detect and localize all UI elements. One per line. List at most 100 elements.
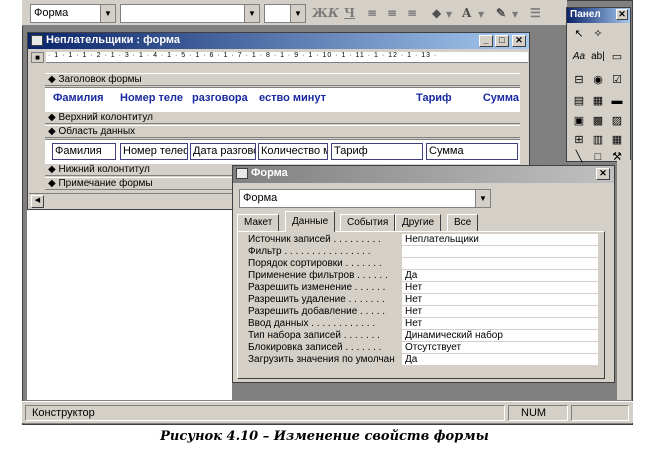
tab-layout[interactable]: Макет	[237, 214, 280, 231]
section-arrow-icon: ◆	[48, 112, 56, 123]
bound-frame-icon[interactable]: ▨	[608, 112, 626, 129]
subform-icon[interactable]: ▦	[608, 131, 626, 148]
toolbox-title: Панел	[570, 9, 601, 20]
bold-icon[interactable]: Ж	[312, 6, 328, 20]
tab-other[interactable]: Другие	[395, 214, 442, 231]
formatting-toolbar: Форма ▼ ▼ ▼ Ж К Ч ≡ ≡ ≡ ◆ ▼ A ▼ ✎ ▼ ☰	[22, 0, 567, 26]
font-combo[interactable]: ▼	[120, 4, 260, 23]
detail-field[interactable]: Сумма	[426, 143, 518, 160]
checkbox-icon[interactable]: ☑	[608, 71, 626, 88]
tab-all[interactable]: Все	[447, 214, 479, 231]
status-mode: Конструктор	[25, 405, 505, 421]
property-row[interactable]: Порядок сортировки . . . . . . .	[248, 258, 598, 270]
section-arrow-icon: ◆	[48, 178, 56, 189]
section-page-header[interactable]: ◆ Верхний колонтитул	[45, 111, 520, 124]
property-row[interactable]: Загрузить значения по умолчан Да	[248, 354, 598, 366]
figure-caption: Рисунок 4.10 – Изменение свойств формы	[160, 429, 489, 444]
header-label[interactable]: разговора	[191, 91, 255, 108]
unbound-frame-icon[interactable]: ▩	[589, 112, 607, 129]
form-window-title: Неплательщики : форма	[46, 34, 181, 46]
property-row[interactable]: Фильтр . . . . . . . . . . . . . . . .	[248, 246, 598, 258]
tab-data[interactable]: Данные	[285, 211, 336, 232]
underline-icon[interactable]: Ч	[344, 6, 355, 20]
vertical-scrollbar[interactable]	[617, 160, 631, 400]
tab-control-icon[interactable]: ▥	[589, 131, 607, 148]
align-center-icon[interactable]: ≡	[387, 6, 397, 20]
section-detail[interactable]: ◆ Область данных	[45, 125, 520, 138]
detail-field[interactable]: Дата разгово	[190, 143, 256, 160]
header-label[interactable]: ество минут	[258, 91, 330, 108]
detail-field[interactable]: Количество м	[258, 143, 328, 160]
workspace	[27, 210, 232, 400]
fill-color-icon[interactable]: ◆	[432, 6, 441, 20]
property-row[interactable]: Ввод данных . . . . . . . . . . . . Нет	[248, 318, 598, 330]
close-button[interactable]: ✕	[596, 168, 610, 180]
tab-events[interactable]: События	[340, 214, 396, 231]
toggle-button-icon[interactable]: ⊟	[570, 71, 588, 88]
detail-band[interactable]: Фамилия Номер телеф Дата разгово Количес…	[45, 139, 520, 163]
chevron-down-icon[interactable]: ▼	[478, 9, 484, 19]
chevron-down-icon[interactable]: ▼	[446, 9, 452, 19]
command-button-icon[interactable]: ▬	[608, 92, 626, 109]
line-color-icon[interactable]: ✎	[496, 6, 506, 20]
font-size-combo[interactable]: ▼	[264, 4, 306, 23]
tab-panel: Источник записей . . . . . . . . . Неплат…	[237, 231, 605, 379]
form-window-titlebar[interactable]: Неплательщики : форма _ □ ✕	[28, 33, 529, 49]
chevron-down-icon[interactable]: ▼	[244, 5, 259, 22]
property-row[interactable]: Тип набора записей . . . . . . . Динамиче…	[248, 330, 598, 342]
properties-icon	[236, 168, 248, 179]
property-row[interactable]: Блокировка записей . . . . . . . Отсутств…	[248, 342, 598, 354]
property-row[interactable]: Источник записей . . . . . . . . . Неплат…	[248, 234, 598, 246]
minimize-button[interactable]: _	[479, 35, 493, 47]
detail-field[interactable]: Номер телеф	[120, 143, 188, 160]
form-header-band[interactable]: Фамилия Номер теле разговора ество минут…	[45, 87, 520, 111]
chevron-down-icon[interactable]: ▼	[475, 190, 490, 207]
font-color-icon[interactable]: A	[462, 6, 471, 20]
page-break-icon[interactable]: ⊞	[570, 131, 588, 148]
option-group-icon[interactable]: ▭	[608, 48, 626, 65]
header-label[interactable]: Фамилия	[52, 91, 108, 108]
section-form-header[interactable]: ◆ Заголовок формы	[45, 73, 520, 86]
form-icon	[31, 35, 43, 46]
scroll-left-icon[interactable]: ◀	[31, 195, 44, 208]
detail-field[interactable]: Тариф	[331, 143, 423, 160]
wizard-icon[interactable]: ✧	[589, 25, 607, 42]
combo-box-icon[interactable]: ▤	[570, 92, 588, 109]
detail-field[interactable]: Фамилия	[52, 143, 116, 160]
header-label[interactable]: Номер теле	[119, 91, 187, 108]
line-width-icon[interactable]: ☰	[530, 6, 541, 20]
object-selector[interactable]: Форма ▼	[239, 189, 491, 208]
toolbox-titlebar[interactable]: Панел ✕	[567, 8, 630, 23]
property-row[interactable]: Разрешить удаление . . . . . . . Нет	[248, 294, 598, 306]
label-icon[interactable]: Aa	[570, 48, 588, 65]
chevron-down-icon[interactable]: ▼	[290, 5, 305, 22]
form-selector[interactable]: ■	[31, 52, 44, 63]
property-row[interactable]: Разрешить изменение . . . . . . Нет	[248, 282, 598, 294]
select-pointer-icon[interactable]: ↖	[570, 25, 588, 42]
chevron-down-icon[interactable]: ▼	[100, 5, 115, 22]
status-bar: Конструктор NUM	[22, 401, 633, 423]
chevron-down-icon[interactable]: ▼	[512, 9, 518, 19]
header-label[interactable]: Сумма	[478, 91, 520, 108]
textbox-icon[interactable]: ab|	[589, 48, 607, 65]
line-icon[interactable]: ╲	[570, 148, 588, 165]
property-row[interactable]: Применение фильтров . . . . . . Да	[248, 270, 598, 282]
object-combo[interactable]: Форма ▼	[30, 4, 116, 23]
status-num: NUM	[508, 405, 568, 421]
align-left-icon[interactable]: ≡	[367, 6, 377, 20]
object-combo-value: Форма	[34, 7, 69, 19]
close-button[interactable]: ✕	[512, 35, 526, 47]
rectangle-icon[interactable]: □	[589, 148, 607, 165]
maximize-button[interactable]: □	[495, 35, 509, 47]
property-sheet-titlebar[interactable]: Форма ✕	[233, 166, 614, 183]
image-icon[interactable]: ▣	[570, 112, 588, 129]
align-right-icon[interactable]: ≡	[407, 6, 417, 20]
list-box-icon[interactable]: ▦	[589, 92, 607, 109]
italic-icon[interactable]: К	[328, 6, 339, 20]
section-arrow-icon: ◆	[48, 126, 56, 137]
option-button-icon[interactable]: ◉	[589, 71, 607, 88]
close-button[interactable]: ✕	[616, 9, 628, 20]
header-label[interactable]: Тариф	[415, 91, 465, 108]
toolbox-panel: Панел ✕ ↖ ✧ Aa ab| ▭ ⊟ ◉ ☑ ▤ ▦ ▬ ▣ ▩ ▨ ⊞…	[566, 7, 631, 165]
property-row[interactable]: Разрешить добавление . . . . . Нет	[248, 306, 598, 318]
